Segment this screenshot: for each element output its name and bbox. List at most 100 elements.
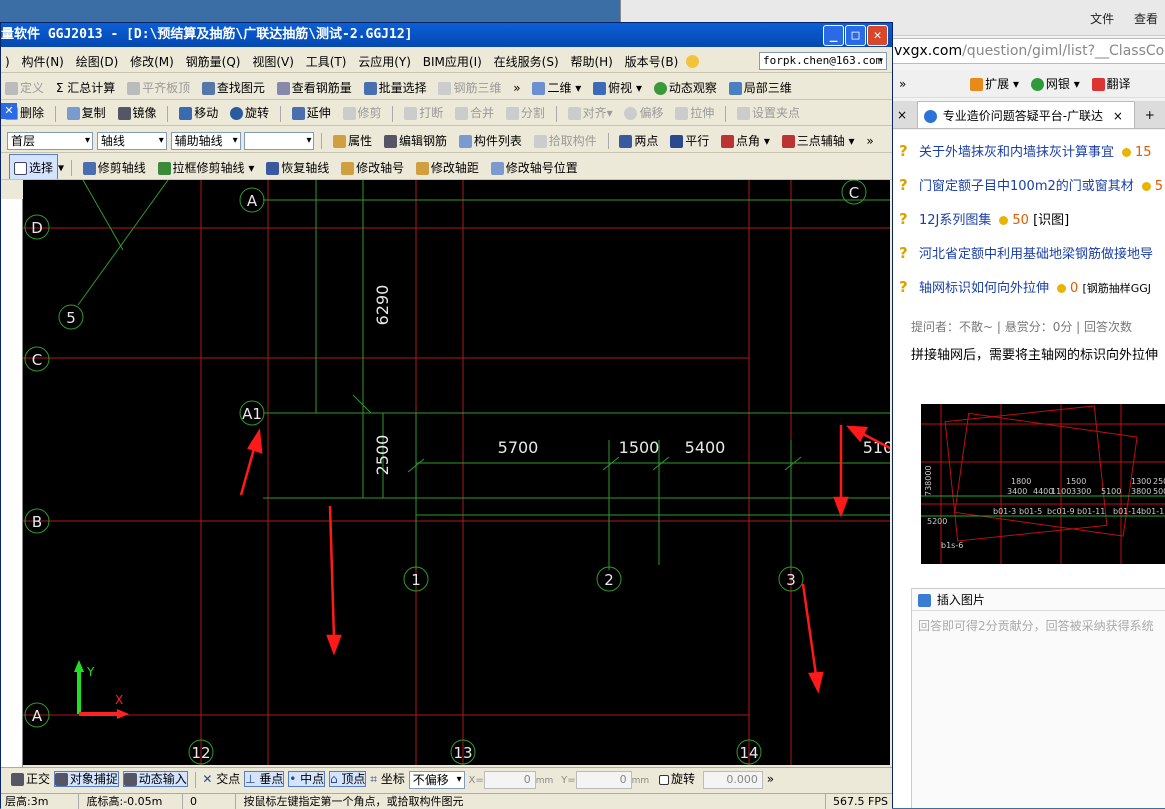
properties-button[interactable]: 属性 xyxy=(329,128,376,153)
user-account-select[interactable]: forpk.chen@163.com xyxy=(759,52,887,70)
emoji-icon[interactable] xyxy=(686,55,700,68)
object-snap-toggle[interactable]: 对象捕捉 xyxy=(53,771,119,787)
mirror-button[interactable]: 镜像 xyxy=(114,101,161,125)
edit-rebar-button[interactable]: 编辑钢筋 xyxy=(380,128,451,153)
perpendicular-snap-toggle[interactable]: ⊥ 垂点 xyxy=(244,771,285,787)
ortho-toggle[interactable]: 正交 xyxy=(11,772,50,786)
coordinate-snap-toggle[interactable]: ⌗ 坐标 xyxy=(370,772,405,786)
address-bar[interactable]: vxgx.com/question/giml/list?__ClassCode= xyxy=(891,38,1165,64)
menu-item[interactable]: 帮助(H) xyxy=(566,50,616,73)
split-button[interactable]: 分割 xyxy=(502,101,549,125)
tab-close-icon[interactable]: × xyxy=(1113,109,1123,123)
list-item[interactable]: ? 关于外墙抹灰和内墙抹灰计算事宜 15 xyxy=(899,134,1165,168)
dynamic-input-toggle[interactable]: 动态输入 xyxy=(122,771,188,787)
view-rebar-button[interactable]: 查看钢筋量 xyxy=(273,75,356,100)
point-angle-button[interactable]: 点角 ▾ xyxy=(717,128,774,153)
maximize-icon[interactable]: □ xyxy=(845,25,866,46)
component-sub-select[interactable]: 辅助轴线 xyxy=(170,131,241,150)
drawing-canvas[interactable]: A C D 5 C A1 B 1 2 3 A 12 13 14 6290 250… xyxy=(23,180,890,765)
component-name-select[interactable] xyxy=(244,131,315,150)
edit-axis-distance-button[interactable]: 修改轴距 xyxy=(412,155,483,179)
extensions-button[interactable]: 扩展 ▾ xyxy=(970,77,1019,91)
list-item[interactable]: ? 轴网标识如何向外拉伸 0 [钢筋抽样GGJ xyxy=(899,270,1165,304)
two-point-button[interactable]: 两点 xyxy=(615,128,662,153)
offset-mode-select[interactable]: 不偏移 xyxy=(408,770,465,789)
rotate-angle-input[interactable]: 0.000 xyxy=(702,770,763,789)
dynamic-orbit-button[interactable]: 动态观察 xyxy=(650,75,721,100)
trim-button[interactable]: 修剪 xyxy=(339,101,386,125)
new-tab-button[interactable]: + xyxy=(1139,101,1161,128)
three-point-icon xyxy=(781,134,795,148)
menu-item[interactable]: 版本号(B) xyxy=(621,50,683,73)
find-element-button[interactable]: 查找图元 xyxy=(198,75,269,100)
align-button[interactable]: 对齐▾ xyxy=(564,101,617,125)
menu-item[interactable]: 修改(M) xyxy=(126,50,178,73)
menu-item[interactable]: BIM应用(I) xyxy=(419,50,486,73)
component-type-select[interactable]: 轴线 xyxy=(96,131,167,150)
menu-file[interactable]: 文件 xyxy=(1090,12,1114,26)
vertex-snap-toggle[interactable]: ⌂ 顶点 xyxy=(328,771,367,787)
intersection-snap-toggle[interactable]: ✕ 交点 xyxy=(202,772,240,786)
top-view-select[interactable]: 俯视 ▾ xyxy=(589,75,646,100)
rotate-button[interactable]: 旋转 xyxy=(226,101,273,125)
menu-item[interactable]: 绘图(D) xyxy=(72,50,123,73)
extend-button[interactable]: 延伸 xyxy=(288,101,335,125)
floor-select[interactable]: 首层 xyxy=(7,131,93,150)
trim-axis-button[interactable]: 修剪轴线 xyxy=(79,155,150,179)
panel-close-icon[interactable]: ✕ xyxy=(1,103,17,119)
copy-button[interactable]: 复制 xyxy=(63,101,110,125)
component-list-button[interactable]: 构件列表 xyxy=(455,128,526,153)
translate-button[interactable]: 翻译 xyxy=(1091,77,1131,91)
list-item[interactable]: ? 河北省定额中利用基础地梁钢筋做接地导 xyxy=(899,236,1165,270)
question-screenshot[interactable]: 180015001300250 340044001100330051003800… xyxy=(921,404,1165,564)
menu-view[interactable]: 查看 xyxy=(1134,12,1158,26)
pick-component-button[interactable]: 拾取构件 xyxy=(530,128,601,153)
tab-close-prev[interactable]: × xyxy=(891,101,913,128)
rotate-checkbox[interactable] xyxy=(659,774,670,785)
parallel-button[interactable]: 平行 xyxy=(666,128,713,153)
set-grip-button[interactable]: 设置夹点 xyxy=(733,101,804,125)
more-chevron-icon[interactable]: » xyxy=(862,128,877,153)
local-3d-button[interactable]: 局部三维 xyxy=(725,75,796,100)
sum-calc-button[interactable]: Σ 汇总计算 xyxy=(52,75,119,100)
offset-button[interactable]: 偏移 xyxy=(620,101,667,125)
y-offset-input[interactable]: 0 xyxy=(575,770,632,789)
menu-item[interactable]: 视图(V) xyxy=(248,50,298,73)
list-item[interactable]: ? 12J系列图集 50 [识图] xyxy=(899,202,1165,236)
select-button[interactable]: 选择 xyxy=(9,154,59,179)
menu-item[interactable]: 钢筋量(Q) xyxy=(182,50,245,73)
window-titlebar[interactable]: 量软件 GGJ2013 - [D:\预结算及抽筋\广联达抽筋\测试-2.GGJ1… xyxy=(1,23,892,47)
left-panel-edge[interactable] xyxy=(1,199,23,769)
three-point-axis-button[interactable]: 三点辅轴 ▾ xyxy=(778,128,859,153)
list-item[interactable]: ? 门窗定额子目中100m2的门或窗其材 5 xyxy=(899,168,1165,202)
menu-item[interactable]: 云应用(Y) xyxy=(354,50,415,73)
flat-slab-button[interactable]: 平齐板顶 xyxy=(123,75,194,100)
menu-item[interactable]: 工具(T) xyxy=(302,50,351,73)
menu-item[interactable]: 构件(N) xyxy=(18,50,68,73)
define-button[interactable]: 定义 xyxy=(1,75,48,100)
insert-image-button[interactable]: 插入图片 xyxy=(912,589,1165,611)
more-chevron-icon[interactable]: » xyxy=(509,75,524,100)
x-offset-input[interactable]: 0 xyxy=(483,770,536,789)
restore-axis-button[interactable]: 恢复轴线 xyxy=(262,155,333,179)
view-2d-select[interactable]: 二维 ▾ xyxy=(528,75,585,100)
break-button[interactable]: 打断 xyxy=(400,101,447,125)
stretch-button[interactable]: 拉伸 xyxy=(671,101,718,125)
edit-axis-position-button[interactable]: 修改轴号位置 xyxy=(487,155,582,179)
move-button[interactable]: 移动 xyxy=(175,101,222,125)
rebar-3d-button[interactable]: 钢筋三维 xyxy=(434,75,505,100)
answer-editor[interactable]: 插入图片 回答即可得2分贡献分，回答被采纳获得系统 xyxy=(911,588,1165,808)
menu-item[interactable]: 在线服务(S) xyxy=(490,50,563,73)
bank-button[interactable]: 网银 ▾ xyxy=(1030,77,1080,91)
batch-select-button[interactable]: 批量选择 xyxy=(360,75,431,100)
edit-axis-number-button[interactable]: 修改轴号 xyxy=(337,155,408,179)
more-chevron-icon[interactable]: » xyxy=(767,772,774,786)
box-trim-axis-button[interactable]: 拉框修剪轴线 ▾ xyxy=(154,155,259,179)
menu-item[interactable]: ) xyxy=(1,50,14,73)
merge-button[interactable]: 合并 xyxy=(451,101,498,125)
midpoint-snap-toggle[interactable]: • 中点 xyxy=(288,771,326,787)
close-icon[interactable]: ✕ xyxy=(867,25,888,46)
tab-active[interactable]: 专业造价问题答疑平台-广联达 × xyxy=(916,101,1135,128)
minimize-icon[interactable]: _ xyxy=(823,25,844,46)
more-chevron-icon[interactable]: » xyxy=(899,77,906,91)
